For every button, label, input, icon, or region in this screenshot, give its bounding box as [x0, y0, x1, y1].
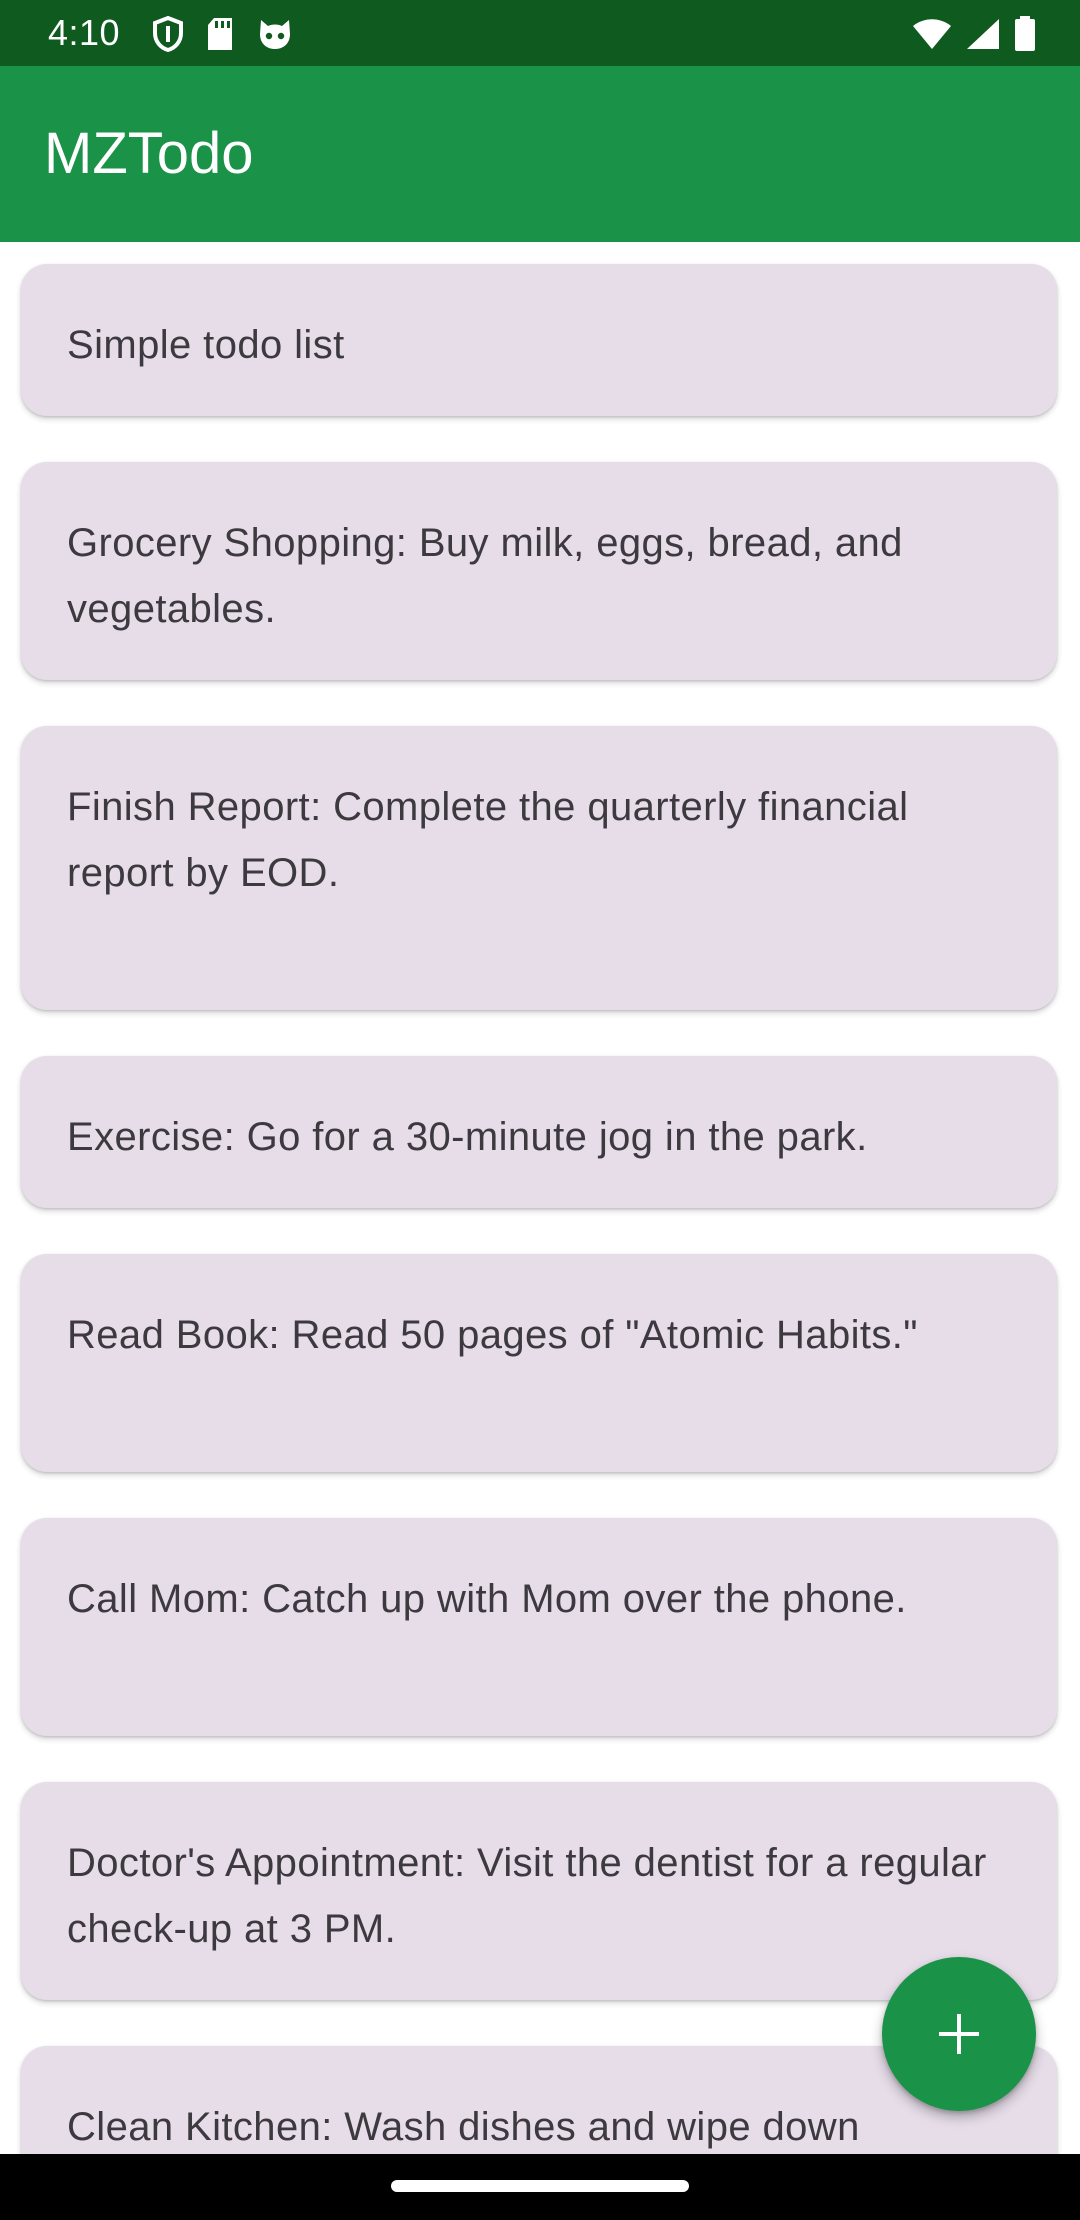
status-right-icons [912, 14, 1036, 54]
status-time: 4:10 [48, 12, 121, 53]
cat-face-icon [256, 16, 294, 52]
plus-icon [937, 2012, 981, 2056]
todo-text: Finish Report: Complete the quarterly fi… [67, 785, 909, 895]
battery-icon [1014, 16, 1036, 52]
todo-card[interactable]: Grocery Shopping: Buy milk, eggs, bread,… [21, 462, 1057, 680]
status-bar: 4:10 [0, 0, 1080, 66]
todo-text: Call Mom: Catch up with Mom over the pho… [67, 1577, 907, 1621]
todo-card[interactable]: Exercise: Go for a 30-minute jog in the … [21, 1056, 1057, 1208]
cell-signal-icon [966, 18, 1000, 50]
todo-card[interactable]: Doctor's Appointment: Visit the dentist … [21, 1782, 1057, 2000]
todo-text: Read Book: Read 50 pages of "Atomic Habi… [67, 1313, 918, 1357]
todo-text: Simple todo list [67, 323, 345, 367]
todo-list[interactable]: Simple todo list Grocery Shopping: Buy m… [0, 242, 1080, 2154]
screen: 4:10 MZTodo Simple todo list Grocery Sho… [0, 0, 1080, 2220]
add-todo-button[interactable] [882, 1957, 1036, 2111]
todo-card[interactable]: Finish Report: Complete the quarterly fi… [21, 726, 1057, 1010]
todo-text: Grocery Shopping: Buy milk, eggs, bread,… [67, 521, 903, 631]
todo-card[interactable]: Read Book: Read 50 pages of "Atomic Habi… [21, 1254, 1057, 1472]
home-gesture-handle[interactable] [391, 2180, 689, 2192]
todo-card[interactable]: Call Mom: Catch up with Mom over the pho… [21, 1518, 1057, 1736]
todo-text: Clean Kitchen: Wash dishes and wipe down [67, 2105, 860, 2149]
sd-card-icon [206, 17, 234, 51]
wifi-icon [912, 18, 952, 50]
todo-card[interactable]: Simple todo list [21, 264, 1057, 416]
shield-icon [152, 16, 184, 52]
status-left-icons [152, 14, 294, 54]
app-bar: MZTodo [0, 66, 1080, 242]
navigation-bar [0, 2154, 1080, 2220]
todo-text: Doctor's Appointment: Visit the dentist … [67, 1841, 987, 1951]
todo-text: Exercise: Go for a 30-minute jog in the … [67, 1115, 868, 1159]
app-title: MZTodo [44, 121, 254, 186]
